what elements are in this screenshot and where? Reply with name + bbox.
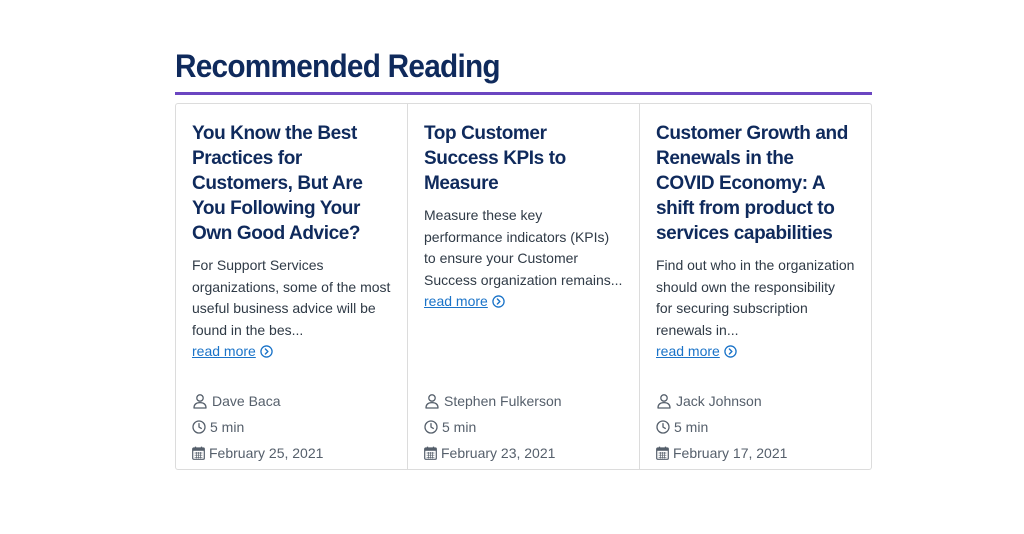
article-card-list: You Know the Best Practices for Customer… <box>175 103 872 470</box>
author-row: Stephen Fulkerson <box>424 388 562 414</box>
article-title-link[interactable]: Customer Growth and Renewals in the COVI… <box>656 121 855 246</box>
title-underline <box>175 92 872 95</box>
author-name: Dave Baca <box>212 393 281 409</box>
read-time: 5 min <box>442 419 477 435</box>
circle-chevron-right-icon <box>260 345 273 358</box>
read-more-label: read more <box>424 293 488 309</box>
clock-icon <box>424 420 438 434</box>
author-name: Jack Johnson <box>676 393 762 409</box>
article-excerpt: Find out who in the organization should … <box>656 255 855 363</box>
publish-date: February 23, 2021 <box>441 445 556 461</box>
article-card: Top Customer Success KPIs to Measure Mea… <box>408 104 640 469</box>
calendar-icon <box>656 446 669 460</box>
date-row: February 23, 2021 <box>424 440 562 466</box>
read-time-row: 5 min <box>424 414 562 440</box>
article-excerpt-text: Measure these key performance indicators… <box>424 207 623 288</box>
article-title-link[interactable]: You Know the Best Practices for Customer… <box>192 121 391 246</box>
read-time: 5 min <box>210 419 245 435</box>
article-excerpt-text: Find out who in the organization should … <box>656 257 855 338</box>
calendar-icon <box>424 446 437 460</box>
clock-icon <box>192 420 206 434</box>
read-more-label: read more <box>656 343 720 359</box>
article-card: You Know the Best Practices for Customer… <box>176 104 408 469</box>
article-excerpt: For Support Services organizations, some… <box>192 255 391 363</box>
read-time-row: 5 min <box>192 414 323 440</box>
article-excerpt-text: For Support Services organizations, some… <box>192 257 391 338</box>
section-title: Recommended Reading <box>175 48 501 84</box>
circle-chevron-right-icon <box>724 345 737 358</box>
read-more-link[interactable]: read more <box>424 291 505 313</box>
author-row: Jack Johnson <box>656 388 787 414</box>
user-icon <box>425 394 439 409</box>
read-more-link[interactable]: read more <box>192 341 273 363</box>
date-row: February 17, 2021 <box>656 440 787 466</box>
date-row: February 25, 2021 <box>192 440 323 466</box>
circle-chevron-right-icon <box>492 295 505 308</box>
article-meta: Jack Johnson 5 min February 17, 2021 <box>656 388 787 466</box>
article-card: Customer Growth and Renewals in the COVI… <box>640 104 871 469</box>
clock-icon <box>656 420 670 434</box>
article-meta: Dave Baca 5 min February 25, 2021 <box>192 388 323 466</box>
read-time: 5 min <box>674 419 709 435</box>
author-row: Dave Baca <box>192 388 323 414</box>
user-icon <box>657 394 671 409</box>
read-more-label: read more <box>192 343 256 359</box>
article-title-link[interactable]: Top Customer Success KPIs to Measure <box>424 121 623 196</box>
article-meta: Stephen Fulkerson 5 min February 23, 202… <box>424 388 562 466</box>
article-excerpt: Measure these key performance indicators… <box>424 205 623 313</box>
read-more-link[interactable]: read more <box>656 341 737 363</box>
user-icon <box>193 394 207 409</box>
publish-date: February 25, 2021 <box>209 445 324 461</box>
recommended-reading-section: Recommended Reading You Know the Best Pr… <box>175 40 872 470</box>
read-time-row: 5 min <box>656 414 787 440</box>
calendar-icon <box>192 446 205 460</box>
publish-date: February 17, 2021 <box>673 445 788 461</box>
author-name: Stephen Fulkerson <box>444 393 562 409</box>
